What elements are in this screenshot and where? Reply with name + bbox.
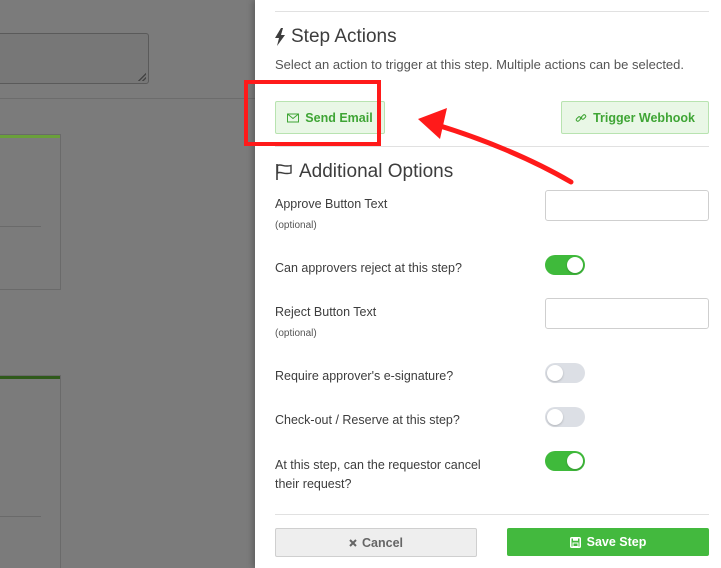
close-icon (349, 538, 357, 547)
checkout-reserve-label: Check-out / Reserve at this step? (275, 413, 460, 427)
requestor-cancel-label: At this step, can the requestor cancel t… (275, 456, 481, 494)
require-esignature-toggle[interactable] (545, 363, 585, 383)
annotation-highlight-box (244, 80, 381, 146)
save-icon (569, 536, 581, 548)
approve-button-text-input[interactable] (545, 190, 709, 221)
can-reject-toggle[interactable] (545, 255, 585, 275)
step-actions-title: Step Actions (291, 26, 397, 47)
footer-divider (275, 514, 709, 515)
save-step-button[interactable]: Save Step (507, 528, 709, 556)
resize-grip-icon (138, 73, 146, 81)
step-actions-subtitle: Select an action to trigger at this step… (275, 57, 685, 72)
flag-icon (276, 164, 292, 180)
additional-options-title: Additional Options (299, 161, 454, 182)
background-card (0, 375, 61, 568)
cancel-label: Cancel (362, 535, 403, 550)
background-page (0, 0, 255, 568)
cancel-button[interactable]: Cancel (275, 528, 477, 557)
step-actions-heading: Step Actions (275, 26, 397, 48)
requestor-cancel-toggle[interactable] (545, 451, 585, 471)
background-textarea (0, 33, 149, 84)
reject-button-text-input[interactable] (545, 298, 709, 329)
approve-button-text-hint: (optional) (275, 220, 317, 231)
background-divider (0, 98, 255, 99)
bolt-icon (275, 28, 285, 46)
background-card (0, 134, 61, 290)
requestor-cancel-label-line1: At this step, can the requestor cancel (275, 458, 481, 472)
requestor-cancel-label-line2: their request? (275, 477, 352, 491)
section-divider (275, 146, 709, 147)
reject-button-text-hint: (optional) (275, 328, 317, 339)
save-step-label: Save Step (586, 535, 647, 549)
trigger-webhook-button[interactable]: Trigger Webhook (561, 101, 709, 134)
top-divider (275, 11, 709, 12)
require-esignature-label: Require approver's e-signature? (275, 369, 454, 383)
reject-button-text-label: Reject Button Text (275, 305, 377, 319)
checkout-reserve-toggle[interactable] (545, 407, 585, 427)
additional-options-heading: Additional Options (275, 161, 453, 183)
link-icon (575, 113, 587, 122)
can-reject-label: Can approvers reject at this step? (275, 261, 462, 275)
approve-button-text-label: Approve Button Text (275, 197, 388, 211)
trigger-webhook-label: Trigger Webhook (593, 110, 695, 125)
